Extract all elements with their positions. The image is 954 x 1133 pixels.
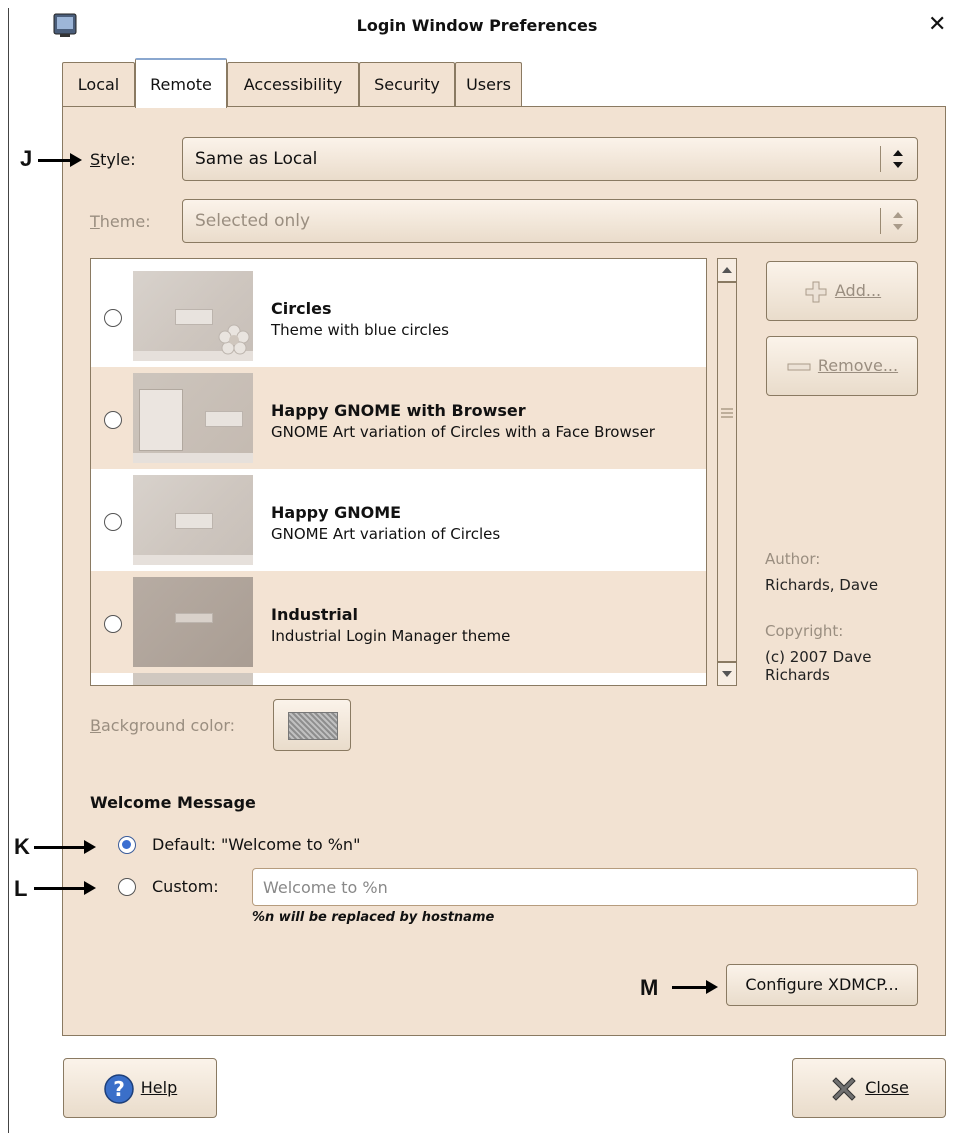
scrollbar-thumb[interactable] bbox=[717, 282, 737, 662]
author-value: Richards, Dave bbox=[765, 576, 879, 594]
help-icon: ? bbox=[104, 1073, 134, 1104]
theme-list-scrollbar[interactable] bbox=[713, 258, 741, 686]
theme-radio[interactable] bbox=[104, 615, 122, 633]
style-combo-value: Same as Local bbox=[195, 149, 318, 169]
custom-welcome-label: Custom: bbox=[152, 877, 219, 896]
list-item bbox=[91, 673, 706, 685]
default-welcome-radio[interactable] bbox=[118, 836, 136, 854]
theme-description: Theme with blue circles bbox=[271, 321, 450, 339]
combo-separator bbox=[880, 208, 881, 234]
tab-security[interactable]: Security bbox=[359, 62, 455, 106]
window-title: Login Window Preferences bbox=[356, 16, 598, 35]
arrow-down-icon bbox=[722, 671, 732, 677]
theme-description: GNOME Art variation of Circles bbox=[271, 525, 501, 543]
configure-xdmcp-button[interactable]: Configure XDMCP... bbox=[726, 964, 918, 1006]
list-item[interactable]: Happy GNOME GNOME Art variation of Circl… bbox=[91, 469, 706, 571]
background-color-button[interactable] bbox=[273, 699, 351, 751]
annotation-j: J bbox=[20, 146, 33, 171]
theme-thumbnail bbox=[133, 373, 253, 463]
theme-radio[interactable] bbox=[104, 309, 122, 327]
style-combo[interactable]: Same as Local bbox=[182, 137, 918, 181]
default-welcome-label: Default: "Welcome to %n" bbox=[152, 835, 361, 854]
background-color-label: Background color: bbox=[90, 716, 236, 735]
list-item[interactable]: Happy GNOME with Browser GNOME Art varia… bbox=[91, 367, 706, 469]
tab-local[interactable]: Local bbox=[62, 62, 135, 106]
list-item[interactable]: Industrial Industrial Login Manager them… bbox=[91, 571, 706, 673]
theme-thumbnail bbox=[133, 475, 253, 565]
welcome-heading: Welcome Message bbox=[90, 793, 256, 812]
color-swatch bbox=[288, 712, 338, 740]
tab-users[interactable]: Users bbox=[455, 62, 522, 106]
help-button-label: Help bbox=[140, 1078, 178, 1097]
theme-combo[interactable]: Selected only bbox=[182, 199, 918, 243]
tab-remote[interactable]: Remote bbox=[135, 58, 227, 108]
author-label: Author: bbox=[765, 550, 821, 568]
theme-description: Industrial Login Manager theme bbox=[271, 627, 511, 645]
minus-icon bbox=[787, 363, 811, 370]
add-button-label: Add... bbox=[834, 281, 882, 300]
theme-list[interactable]: Circles Theme with blue circles Happy GN… bbox=[90, 258, 707, 686]
annotation-k-arrow bbox=[34, 840, 96, 854]
arrow-up-icon bbox=[722, 267, 732, 273]
theme-thumbnail bbox=[133, 271, 253, 361]
help-button[interactable]: ? Help bbox=[63, 1058, 217, 1118]
theme-name: Happy GNOME with Browser bbox=[271, 401, 526, 420]
theme-name: Industrial bbox=[271, 605, 359, 624]
theme-radio[interactable] bbox=[104, 411, 122, 429]
close-icon[interactable]: ✕ bbox=[928, 12, 946, 38]
annotation-m: M bbox=[640, 975, 659, 1000]
list-item[interactable]: Circles Theme with blue circles bbox=[91, 265, 706, 367]
theme-name: Circles bbox=[271, 299, 332, 318]
theme-combo-value: Selected only bbox=[195, 211, 311, 231]
close-button[interactable]: Close bbox=[792, 1058, 946, 1118]
scroll-down-button[interactable] bbox=[717, 662, 737, 686]
up-down-arrows-icon bbox=[893, 212, 903, 230]
theme-radio[interactable] bbox=[104, 513, 122, 531]
copyright-value: (c) 2007 Dave Richards bbox=[765, 648, 872, 684]
annotation-j-arrow bbox=[38, 153, 82, 167]
annotation-l: L bbox=[14, 876, 28, 901]
theme-description: GNOME Art variation of Circles with a Fa… bbox=[271, 423, 655, 441]
close-icon bbox=[832, 1076, 856, 1101]
theme-label: Theme: bbox=[90, 212, 151, 231]
up-down-arrows-icon bbox=[893, 150, 903, 168]
remove-theme-button[interactable]: Remove... bbox=[766, 336, 918, 396]
annotation-l-arrow bbox=[34, 881, 96, 895]
theme-thumbnail bbox=[133, 577, 253, 667]
window-border bbox=[8, 8, 9, 1133]
annotation-k: K bbox=[14, 834, 30, 859]
tab-accessibility[interactable]: Accessibility bbox=[227, 62, 359, 106]
copyright-label: Copyright: bbox=[765, 622, 844, 640]
add-theme-button[interactable]: Add... bbox=[766, 261, 918, 321]
theme-name: Happy GNOME bbox=[271, 503, 402, 522]
scroll-up-button[interactable] bbox=[717, 258, 737, 282]
close-button-label: Close bbox=[865, 1078, 909, 1097]
custom-welcome-input[interactable] bbox=[252, 868, 918, 906]
annotation-m-arrow bbox=[672, 980, 718, 994]
plus-icon bbox=[805, 281, 827, 302]
style-label: Style: bbox=[90, 150, 136, 169]
grip-icon bbox=[721, 408, 733, 418]
welcome-hint: %n will be replaced by hostname bbox=[252, 910, 495, 925]
svg-text:?: ? bbox=[113, 1077, 125, 1101]
remove-button-label: Remove... bbox=[817, 356, 899, 375]
combo-separator bbox=[880, 146, 881, 172]
custom-welcome-radio[interactable] bbox=[118, 878, 136, 896]
